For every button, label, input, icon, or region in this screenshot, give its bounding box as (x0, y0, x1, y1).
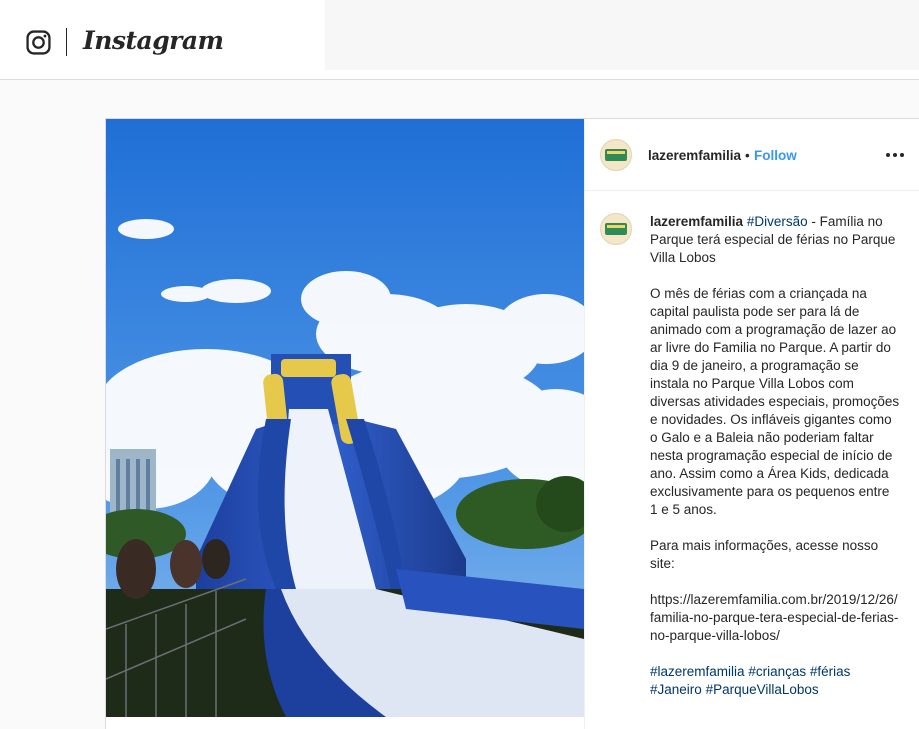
header-divider (66, 28, 67, 56)
hashtag-link[interactable]: #lazeremfamilia (650, 664, 745, 679)
caption-link: https://lazeremfamilia.com.br/2019/12/26… (650, 592, 899, 643)
hashtag-link[interactable]: #Diversão (747, 214, 808, 229)
post-username[interactable]: lazeremfamilia (648, 148, 741, 163)
hashtag-link[interactable]: #Janeiro (650, 682, 702, 697)
avatar[interactable] (600, 139, 632, 171)
more-options-icon[interactable] (886, 153, 904, 157)
hashtag-link[interactable]: #ParqueVillaLobos (706, 682, 819, 697)
caption-more-info: Para mais informações, acesse nosso site… (650, 538, 882, 571)
hashtag-link[interactable]: #crianças (748, 664, 806, 679)
post-card: lazeremfamilia • Follow lazeremfamilia #… (105, 118, 919, 729)
instagram-wordmark[interactable]: Instagram (83, 26, 224, 55)
caption-username[interactable]: lazeremfamilia (650, 214, 743, 229)
top-navigation-bar: Instagram (0, 0, 919, 80)
caption-hashtags: #lazeremfamilia #crianças #férias #Janei… (650, 663, 900, 699)
hashtag-link[interactable]: #férias (810, 664, 851, 679)
separator-dot: • (745, 148, 750, 163)
post-sidebar: lazeremfamilia • Follow lazeremfamilia #… (584, 119, 919, 729)
caption-avatar[interactable] (600, 213, 632, 245)
post-image[interactable] (106, 119, 584, 717)
post-header: lazeremfamilia • Follow (585, 119, 919, 191)
instagram-camera-icon[interactable] (26, 30, 51, 55)
caption-text: lazeremfamilia #Diversão - Família no Pa… (650, 213, 900, 699)
follow-button[interactable]: Follow (754, 148, 797, 163)
inflatable-slide-photo (106, 119, 584, 717)
caption-body: O mês de férias com a criançada na capit… (650, 286, 903, 517)
header-strip (325, 0, 919, 70)
